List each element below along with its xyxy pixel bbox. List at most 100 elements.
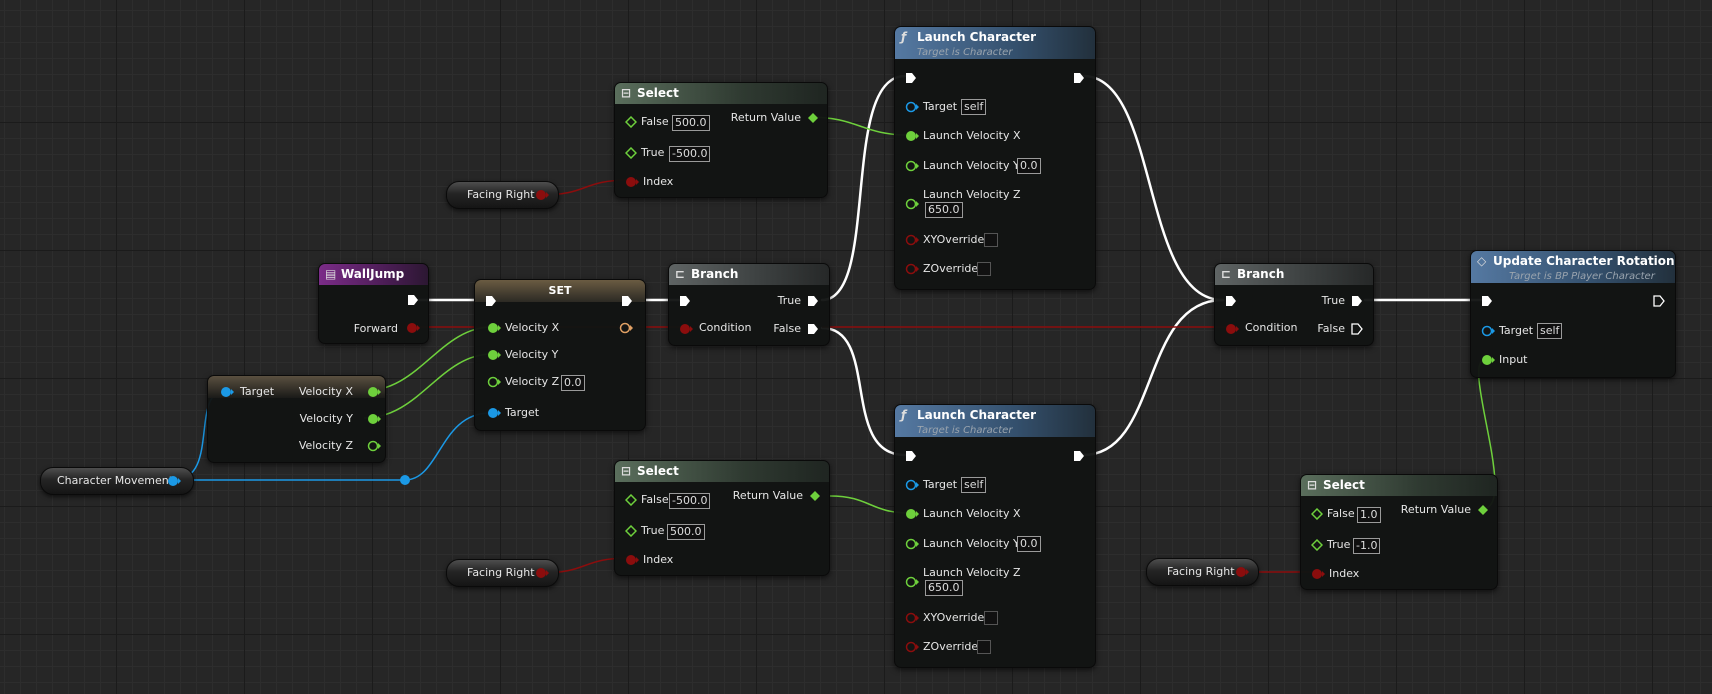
- facing-right-getter[interactable]: Facing Right: [446, 181, 559, 209]
- branch-icon: ⊏: [1221, 267, 1232, 281]
- reroute-knot[interactable]: [400, 475, 410, 485]
- input-in-pin[interactable]: [1481, 354, 1495, 366]
- false-value[interactable]: 500.0: [672, 115, 710, 131]
- zoverride-checkbox[interactable]: [977, 640, 991, 654]
- select-node-right[interactable]: ⊟ Select False 1.0 Return Value True -1.…: [1300, 474, 1498, 590]
- false-in-pin[interactable]: [625, 116, 637, 128]
- input-label: Input: [1499, 353, 1528, 366]
- branch-node-left[interactable]: ⊏ Branch True Condition False: [668, 263, 830, 346]
- target-label: Target: [923, 478, 958, 491]
- exec-out-pin[interactable]: [1073, 72, 1085, 84]
- exec-in-pin[interactable]: [485, 295, 497, 307]
- false-exec-out-pin[interactable]: [1351, 323, 1363, 335]
- bool-out-pin[interactable]: [1235, 566, 1249, 578]
- launch-character-node-bottom[interactable]: ƒ Launch Character Target is Character T…: [894, 404, 1096, 668]
- facing-right-label: Facing Right: [467, 188, 535, 201]
- return-value-out-pin[interactable]: [809, 490, 821, 502]
- launch-velocity-y-value[interactable]: 0.0: [1017, 536, 1041, 552]
- set-velocity-node[interactable]: SET Velocity X Velocity Y Velocity Z 0.0…: [474, 279, 646, 431]
- index-label: Index: [643, 553, 674, 566]
- return-value-out-pin[interactable]: [1477, 504, 1489, 516]
- velocity-y-in-pin[interactable]: [487, 349, 501, 361]
- launch-velocity-y-value[interactable]: 0.0: [1017, 158, 1041, 174]
- exec-in-pin[interactable]: [1225, 295, 1237, 307]
- xyoverride-in-pin[interactable]: [905, 612, 919, 624]
- exec-in-pin[interactable]: [1481, 295, 1493, 307]
- bool-out-pin[interactable]: [406, 322, 420, 334]
- walljump-event-node[interactable]: ▤ WallJump Forward: [318, 263, 429, 344]
- exec-in-pin[interactable]: [905, 450, 917, 462]
- launch-velocity-z-in-pin[interactable]: [905, 576, 919, 588]
- branch-node-right[interactable]: ⊏ Branch True Condition False: [1214, 263, 1374, 346]
- true-value[interactable]: -1.0: [1353, 538, 1381, 554]
- launch-velocity-z-value[interactable]: 650.0: [925, 580, 963, 596]
- launch-velocity-x-in-pin[interactable]: [905, 130, 919, 142]
- exec-out-pin[interactable]: [407, 294, 419, 306]
- true-value[interactable]: -500.0: [669, 146, 711, 162]
- object-out-pin[interactable]: [167, 475, 181, 487]
- break-vector-node[interactable]: Target Velocity X Velocity Y Velocity Z: [207, 375, 386, 463]
- exec-out-pin[interactable]: [1073, 450, 1085, 462]
- update-character-rotation-node[interactable]: ◇ Update Character Rotation Target is BP…: [1470, 250, 1676, 378]
- xyoverride-checkbox[interactable]: [984, 611, 998, 625]
- index-in-pin[interactable]: [1311, 568, 1325, 580]
- select-node-top[interactable]: ⊟ Select False 500.0 Return Value True -…: [614, 82, 828, 198]
- node-header: ⊏ Branch: [669, 264, 829, 285]
- zoverride-checkbox[interactable]: [977, 262, 991, 276]
- zoverride-in-pin[interactable]: [905, 641, 919, 653]
- true-in-pin[interactable]: [1311, 539, 1323, 551]
- false-in-pin[interactable]: [1311, 508, 1323, 520]
- launch-velocity-y-in-pin[interactable]: [905, 160, 919, 172]
- launch-character-node-top[interactable]: ƒ Launch Character Target is Character T…: [894, 26, 1096, 290]
- struct-out-pin[interactable]: [619, 322, 633, 334]
- return-value-out-pin[interactable]: [807, 112, 819, 124]
- facing-right-getter[interactable]: Facing Right: [1146, 558, 1259, 586]
- true-exec-out-pin[interactable]: [1351, 295, 1363, 307]
- zoverride-in-pin[interactable]: [905, 263, 919, 275]
- facing-right-getter[interactable]: Facing Right: [446, 559, 559, 587]
- false-exec-out-pin[interactable]: [807, 323, 819, 335]
- condition-in-pin[interactable]: [679, 323, 693, 335]
- facing-right-label: Facing Right: [1167, 565, 1235, 578]
- exec-out-pin[interactable]: [1653, 295, 1665, 307]
- target-in-pin[interactable]: [220, 386, 234, 398]
- target-in-pin[interactable]: [1481, 325, 1495, 337]
- select-icon: ⊟: [1307, 478, 1318, 492]
- exec-out-pin[interactable]: [621, 295, 633, 307]
- exec-in-pin[interactable]: [905, 72, 917, 84]
- true-value[interactable]: 500.0: [667, 524, 705, 540]
- index-in-pin[interactable]: [625, 176, 639, 188]
- velocity-y-out-pin[interactable]: [367, 413, 381, 425]
- velocity-x-in-pin[interactable]: [487, 322, 501, 334]
- velocity-z-in-pin[interactable]: [487, 376, 501, 388]
- xyoverride-checkbox[interactable]: [984, 233, 998, 247]
- velocity-x-out-pin[interactable]: [367, 386, 381, 398]
- false-value[interactable]: -500.0: [669, 493, 711, 509]
- true-in-pin[interactable]: [625, 525, 637, 537]
- target-value[interactable]: self: [961, 477, 987, 493]
- launch-velocity-z-in-pin[interactable]: [905, 198, 919, 210]
- node-title: Branch: [1237, 267, 1285, 281]
- false-in-pin[interactable]: [625, 494, 637, 506]
- target-value[interactable]: self: [961, 99, 987, 115]
- velocity-z-value[interactable]: 0.0: [561, 375, 585, 391]
- false-value[interactable]: 1.0: [1357, 507, 1381, 523]
- target-value[interactable]: self: [1537, 323, 1563, 339]
- launch-velocity-y-in-pin[interactable]: [905, 538, 919, 550]
- condition-in-pin[interactable]: [1225, 323, 1239, 335]
- index-in-pin[interactable]: [625, 554, 639, 566]
- launch-velocity-z-value[interactable]: 650.0: [925, 202, 963, 218]
- select-node-middle[interactable]: ⊟ Select False -500.0 Return Value True …: [614, 460, 830, 576]
- target-in-pin[interactable]: [487, 407, 501, 419]
- xyoverride-in-pin[interactable]: [905, 234, 919, 246]
- bool-out-pin[interactable]: [535, 189, 549, 201]
- launch-velocity-x-in-pin[interactable]: [905, 508, 919, 520]
- bool-out-pin[interactable]: [535, 567, 549, 579]
- character-movement-getter[interactable]: Character Movement: [40, 467, 194, 495]
- target-in-pin[interactable]: [905, 479, 919, 491]
- true-exec-out-pin[interactable]: [807, 295, 819, 307]
- exec-in-pin[interactable]: [679, 295, 691, 307]
- true-in-pin[interactable]: [625, 147, 637, 159]
- target-in-pin[interactable]: [905, 101, 919, 113]
- velocity-z-out-pin[interactable]: [367, 440, 381, 452]
